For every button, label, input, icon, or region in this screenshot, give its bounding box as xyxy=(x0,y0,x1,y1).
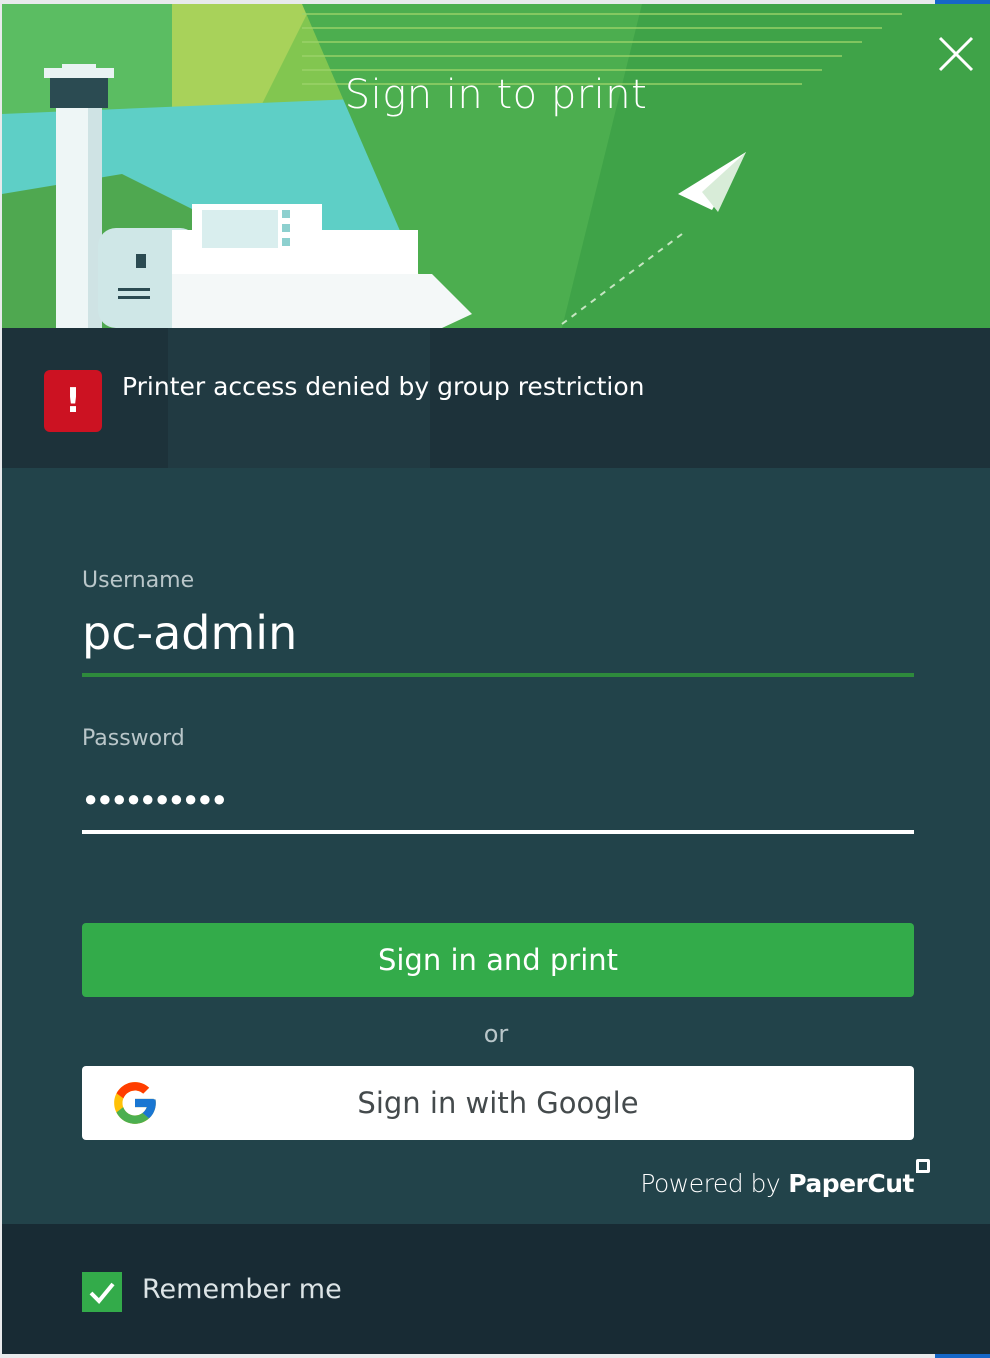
remember-me-label[interactable]: Remember me xyxy=(142,1274,342,1305)
hero-artwork xyxy=(2,4,990,328)
error-banner: ! Printer access denied by group restric… xyxy=(2,328,990,468)
or-divider: or xyxy=(483,1020,509,1048)
check-icon xyxy=(89,1282,115,1304)
powered-by-text: Powered by xyxy=(640,1169,781,1198)
sign-in-and-print-button[interactable]: Sign in and print xyxy=(82,923,914,997)
papercut-mark-icon xyxy=(916,1159,930,1173)
google-button-label: Sign in with Google xyxy=(357,1086,639,1120)
password-label: Password xyxy=(82,726,185,751)
hero-illustration: Sign in to print xyxy=(2,4,990,328)
error-icon: ! xyxy=(44,370,102,432)
username-input[interactable]: pc-admin xyxy=(82,606,297,660)
window-edge-accent-bottom xyxy=(935,1354,990,1358)
sign-in-with-google-button[interactable]: Sign in with Google xyxy=(82,1066,914,1140)
powered-by-papercut: Powered by PaperCut xyxy=(640,1159,930,1198)
username-label: Username xyxy=(82,568,195,593)
dialog-title: Sign in to print xyxy=(344,72,648,118)
error-message: Printer access denied by group restricti… xyxy=(122,372,645,401)
username-underline xyxy=(82,673,914,677)
password-underline xyxy=(82,830,914,834)
close-button[interactable] xyxy=(936,34,976,74)
dialog-footer: Remember me xyxy=(2,1224,990,1354)
papercut-logo: PaperCut xyxy=(788,1169,914,1198)
remember-me-checkbox[interactable] xyxy=(82,1272,122,1312)
sign-in-dialog: Sign in to print ! Printer access denied… xyxy=(2,4,990,1354)
password-input[interactable]: ●●●●●●●●●● xyxy=(84,786,227,812)
window-edge-accent xyxy=(935,0,990,4)
close-icon xyxy=(938,36,974,72)
